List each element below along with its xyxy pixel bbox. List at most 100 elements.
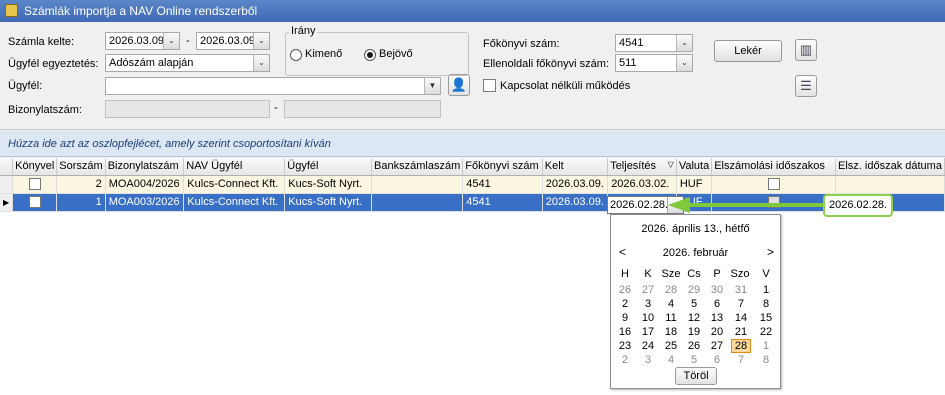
calendar-day[interactable]: 21 <box>731 325 751 339</box>
date-from-picker[interactable]: 2026.03.09. ⌄ <box>105 32 180 50</box>
calendar-day[interactable]: 8 <box>756 297 776 311</box>
chevron-down-icon[interactable]: ⌄ <box>253 33 269 49</box>
calendar-clear-button[interactable]: Töröl <box>675 367 717 385</box>
calendar-day[interactable]: 1 <box>756 339 776 353</box>
calendar-day[interactable]: 10 <box>638 311 658 325</box>
customer-match-select[interactable]: Adószám alapján ⌄ <box>105 54 270 72</box>
post-cell[interactable] <box>12 175 58 194</box>
chevron-down-icon[interactable]: ⌄ <box>163 33 179 49</box>
calendar-day[interactable]: 13 <box>707 311 727 325</box>
calendar-day[interactable]: 29 <box>684 283 704 297</box>
calendar-day[interactable]: 2 <box>615 297 635 311</box>
column-header-period[interactable]: Elszámolási időszakos <box>711 158 837 176</box>
column-header-bank-account[interactable]: Bankszámlaszám <box>371 158 464 176</box>
calendar-day[interactable]: 18 <box>661 325 681 339</box>
column-header-currency[interactable]: Valuta <box>676 158 713 176</box>
calendar-day[interactable]: 27 <box>638 283 658 297</box>
doc-number-to-field[interactable] <box>284 100 441 118</box>
group-by-hint[interactable]: Húzza ide azt az oszlopfejlécet, amely s… <box>0 131 945 157</box>
calendar-day[interactable]: 19 <box>684 325 704 339</box>
direction-in-radio[interactable] <box>364 49 376 61</box>
period-cell[interactable] <box>711 193 837 212</box>
next-month-button[interactable]: > <box>767 245 774 259</box>
calendar-day[interactable]: 27 <box>707 339 727 353</box>
period-cell[interactable] <box>711 175 837 194</box>
calendar-day[interactable]: 5 <box>684 353 704 367</box>
customer-cell[interactable]: Kucs-Soft Nyrt. <box>284 193 373 212</box>
doc-number-from-field[interactable] <box>105 100 270 118</box>
row-indicator[interactable]: ▶ <box>0 193 14 212</box>
calendar-day[interactable]: 1 <box>756 283 776 297</box>
chevron-down-icon[interactable]: ⌄ <box>676 35 692 51</box>
post-checkbox[interactable] <box>28 196 41 209</box>
calendar-day[interactable]: 4 <box>661 297 681 311</box>
fulfilment-cell[interactable]: 2026.03.02. <box>607 175 677 194</box>
calendar-day[interactable]: 12 <box>684 311 704 325</box>
direction-in-label[interactable]: Bejövő <box>379 48 413 60</box>
column-header-nav-customer[interactable]: NAV Ügyfél <box>183 158 286 176</box>
column-header-post[interactable]: Könyvel <box>12 158 58 176</box>
calendar-today[interactable]: 2026. április 13., hétfő <box>611 223 780 235</box>
chevron-down-icon[interactable]: ⌄ <box>253 55 269 71</box>
column-header-period-date[interactable]: Elsz. időszak dátuma <box>835 158 945 176</box>
calendar-day[interactable]: 26 <box>684 339 704 353</box>
column-header-date[interactable]: Kelt <box>542 158 609 176</box>
calendar-day[interactable]: 2 <box>615 353 635 367</box>
calendar-day[interactable]: 8 <box>756 353 776 367</box>
calendar-day[interactable]: 14 <box>731 311 751 325</box>
report-button[interactable]: ▥ <box>795 39 817 61</box>
offline-checkbox[interactable] <box>483 79 496 92</box>
calendar-day[interactable]: 9 <box>615 311 635 325</box>
bank-account-cell[interactable] <box>371 193 464 212</box>
period-checkbox[interactable] <box>767 178 780 191</box>
calendar-day[interactable]: 3 <box>638 353 658 367</box>
counter-ledger-select[interactable]: 511 ⌄ <box>615 54 693 72</box>
column-header-ledger[interactable]: Főkönyvi szám <box>462 158 543 176</box>
calendar-day[interactable]: 26 <box>615 283 635 297</box>
post-checkbox[interactable] <box>28 178 41 191</box>
table-row[interactable]: ▶ 1 MOA003/2026 Kulcs-Connect Kft. Kucs-… <box>0 193 945 212</box>
calendar-day[interactable]: 23 <box>615 339 635 353</box>
calendar-day[interactable]: 6 <box>707 353 727 367</box>
calendar-day[interactable]: 20 <box>707 325 727 339</box>
post-cell[interactable] <box>12 193 58 212</box>
table-row[interactable]: 2 MOA004/2026 Kulcs-Connect Kft. Kucs-So… <box>0 175 945 194</box>
ledger-cell[interactable]: 4541 <box>462 175 543 194</box>
calendar-day[interactable]: 7 <box>731 297 751 311</box>
dropdown-arrow-icon[interactable]: ▼ <box>424 78 440 94</box>
column-header-customer[interactable]: Ügyfél <box>284 158 373 176</box>
calendar-day[interactable]: 22 <box>756 325 776 339</box>
calendar-day[interactable]: 6 <box>707 297 727 311</box>
list-settings-button[interactable]: ☰ <box>795 75 817 97</box>
calendar-day[interactable]: 11 <box>661 311 681 325</box>
calendar-day[interactable]: 24 <box>638 339 658 353</box>
column-header-doc-number[interactable]: Bizonylatszám <box>105 158 185 176</box>
chevron-down-icon[interactable]: ⌄ <box>676 55 692 71</box>
calendar-day[interactable]: 28 <box>661 283 681 297</box>
calendar-day-selected[interactable]: 28 <box>731 339 751 353</box>
column-header-fulfilment[interactable]: Teljesítés ▽ <box>607 158 677 176</box>
calendar-day[interactable]: 25 <box>661 339 681 353</box>
customer-select[interactable]: ▼ <box>105 77 441 95</box>
calendar-day[interactable]: 31 <box>731 283 751 297</box>
customer-cell[interactable]: Kucs-Soft Nyrt. <box>284 175 373 194</box>
date-to-picker[interactable]: 2026.03.09. ⌄ <box>196 32 270 50</box>
calendar-day[interactable]: 7 <box>731 353 751 367</box>
calendar-month[interactable]: 2026. február <box>611 247 780 259</box>
calendar-day[interactable]: 16 <box>615 325 635 339</box>
calendar-day[interactable]: 30 <box>707 283 727 297</box>
column-header-seq[interactable]: Sorszám <box>56 158 106 176</box>
calendar-day[interactable]: 4 <box>661 353 681 367</box>
calendar-day[interactable]: 17 <box>638 325 658 339</box>
bank-account-cell[interactable] <box>371 175 464 194</box>
calendar-day[interactable]: 3 <box>638 297 658 311</box>
calendar-day[interactable]: 5 <box>684 297 704 311</box>
customer-lookup-button[interactable]: 👤 <box>448 74 470 96</box>
calendar-day[interactable]: 15 <box>756 311 776 325</box>
row-indicator[interactable] <box>0 175 14 194</box>
direction-out-label[interactable]: Kimenő <box>305 48 342 60</box>
ledger-select[interactable]: 4541 ⌄ <box>615 34 693 52</box>
period-date-cell[interactable] <box>835 175 945 194</box>
ledger-cell[interactable]: 4541 <box>462 193 543 212</box>
fetch-button[interactable]: Lekér <box>714 40 782 62</box>
